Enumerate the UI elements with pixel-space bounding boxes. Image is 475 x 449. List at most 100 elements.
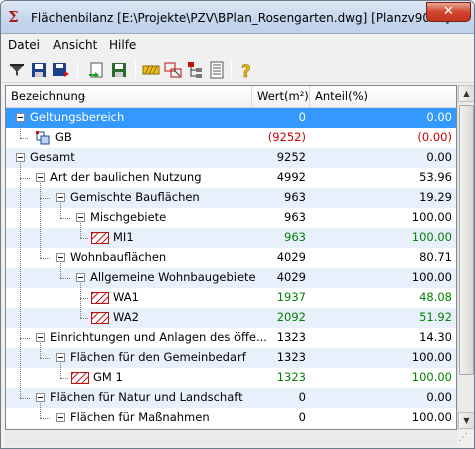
table-row[interactable]: Allgemeine Wohnbaugebiete 4029 100.00	[6, 268, 456, 288]
close-button[interactable]: ✕	[426, 2, 471, 22]
status-strip	[5, 430, 457, 447]
row-label: MI1	[113, 230, 134, 244]
tree-connector	[40, 358, 50, 359]
tree-connector	[80, 283, 81, 318]
row-value: 4029	[276, 270, 306, 284]
collapse-icon[interactable]	[36, 173, 45, 182]
row-label: WA1	[113, 290, 139, 304]
collapse-icon[interactable]	[16, 113, 25, 122]
table-row[interactable]: GB (9252) (0.00)	[6, 128, 456, 148]
tree-connector	[80, 223, 81, 238]
table-row[interactable]: Flächen für Natur und Landschaft 0 0.00	[6, 388, 456, 408]
flaechenbilanz-window: Σ Flächenbilanz [E:\Projekte\PZV\BPlan_R…	[0, 0, 475, 449]
collapse-icon[interactable]	[56, 253, 65, 262]
hatch-icon	[90, 291, 110, 305]
tree-connector	[60, 263, 61, 278]
hatch-icon	[90, 231, 110, 245]
toolbar-separator	[231, 61, 232, 79]
column-header-share[interactable]: Anteil(%)	[310, 86, 456, 108]
tree-connector	[20, 163, 21, 398]
tree-icon[interactable]	[185, 60, 205, 80]
row-value: 2092	[276, 310, 306, 324]
collapse-icon[interactable]	[36, 333, 45, 342]
row-value: 1323	[276, 330, 306, 344]
row-label: Wohnbauflächen	[70, 250, 167, 264]
column-header-value[interactable]: Wert(m²)	[252, 86, 310, 108]
hatch-tool-icon[interactable]	[141, 60, 161, 80]
tree-connector	[60, 278, 70, 279]
table-row[interactable]: Flächen für den Gemeinbedarf 1323 100.00	[6, 348, 456, 368]
row-label: Mischgebiete	[90, 210, 167, 224]
row-value: 1323	[276, 350, 306, 364]
row-share: 100.00	[411, 370, 452, 384]
menu-datei[interactable]: Datei	[8, 38, 40, 52]
row-value: 0	[298, 410, 306, 424]
vertical-scrollbar[interactable]: ▲ ▼	[457, 85, 474, 430]
row-label: GB	[55, 130, 72, 144]
list-icon[interactable]	[207, 60, 227, 80]
tree-connector	[60, 203, 61, 218]
menu-ansicht[interactable]: Ansicht	[53, 38, 97, 52]
menu-bar: Datei Ansicht Hilfe	[1, 34, 474, 56]
row-share: 100.00	[411, 270, 452, 284]
row-value: 4029	[276, 250, 306, 264]
tree-connector	[20, 398, 30, 399]
tree-connector	[40, 343, 41, 358]
table-row[interactable]: Einrichtungen und Anlagen des öffe... 132…	[6, 328, 456, 348]
collapse-icon[interactable]	[56, 353, 65, 362]
collapse-icon[interactable]	[16, 153, 25, 162]
row-label: Art der baulichen Nutzung	[50, 170, 202, 184]
column-header-name[interactable]: Bezeichnung ⌄	[6, 86, 252, 108]
table-row[interactable]: Flächen für Maßnahmen 0 100.00	[6, 408, 456, 428]
table-row[interactable]: Wohnbauflächen 4029 80.71	[6, 248, 456, 268]
collapse-icon[interactable]	[36, 393, 45, 402]
collapse-icon[interactable]	[56, 413, 65, 422]
row-value: 1937	[276, 290, 306, 304]
table-row[interactable]: GM 1 1323 100.00	[6, 368, 456, 388]
scroll-down-icon[interactable]: ▼	[458, 412, 474, 429]
table-row[interactable]: Art der baulichen Nutzung 4992 53.96	[6, 168, 456, 188]
save-icon[interactable]	[29, 60, 49, 80]
export-icon[interactable]	[87, 60, 107, 80]
row-share: 51.92	[419, 310, 452, 324]
row-label: Gemischte Bauflächen	[70, 190, 200, 204]
table-row[interactable]: Geltungsbereich 0 0.00	[6, 108, 456, 128]
tree-connector	[20, 338, 30, 339]
row-share: 48.08	[419, 290, 452, 304]
row-value: 4992	[276, 170, 306, 184]
row-label: GM 1	[93, 370, 123, 384]
table-row[interactable]: Gesamt 9252 0.00	[6, 148, 456, 168]
tree-connector	[60, 363, 61, 378]
table-row[interactable]: WA1 1937 48.08	[6, 288, 456, 308]
tree-connector	[20, 138, 28, 139]
filter-icon[interactable]	[7, 60, 27, 80]
row-label: Einrichtungen und Anlagen des öffe...	[50, 330, 267, 344]
row-share: 100.00	[411, 230, 452, 244]
collapse-icon[interactable]	[76, 273, 85, 282]
svg-text:?: ?	[241, 62, 251, 80]
save-as-icon[interactable]	[51, 60, 71, 80]
row-share: 100.00	[411, 210, 452, 224]
collapse-icon[interactable]	[56, 193, 65, 202]
row-share: (0.00)	[417, 130, 452, 144]
row-label: Allgemeine Wohnbaugebiete	[90, 270, 256, 284]
scroll-thumb[interactable]	[459, 105, 474, 375]
scroll-up-icon[interactable]: ▲	[458, 85, 474, 102]
table-row[interactable]: Mischgebiete 963 100.00	[6, 208, 456, 228]
row-value: 963	[284, 210, 306, 224]
row-value: 0	[298, 110, 306, 124]
menu-hilfe[interactable]: Hilfe	[109, 38, 136, 52]
title-bar[interactable]: Σ Flächenbilanz [E:\Projekte\PZV\BPlan_R…	[1, 1, 474, 34]
table-row[interactable]: Gemischte Bauflächen 963 19.29	[6, 188, 456, 208]
resize-grip-icon[interactable]: ⋰	[458, 432, 472, 446]
collapse-icon[interactable]	[76, 213, 85, 222]
save-disk-icon[interactable]	[109, 60, 129, 80]
select-icon[interactable]	[163, 60, 183, 80]
help-icon[interactable]: ?	[236, 60, 256, 83]
table-row[interactable]: WA2 2092 51.92	[6, 308, 456, 328]
table-row[interactable]: MI1 963 100.00	[6, 228, 456, 248]
tree-connector	[80, 318, 88, 319]
tree-connector	[20, 178, 30, 179]
tree-connector	[40, 403, 41, 418]
area-balance-table[interactable]: Bezeichnung ⌄ Wert(m²) Anteil(%) Geltung…	[5, 85, 457, 430]
